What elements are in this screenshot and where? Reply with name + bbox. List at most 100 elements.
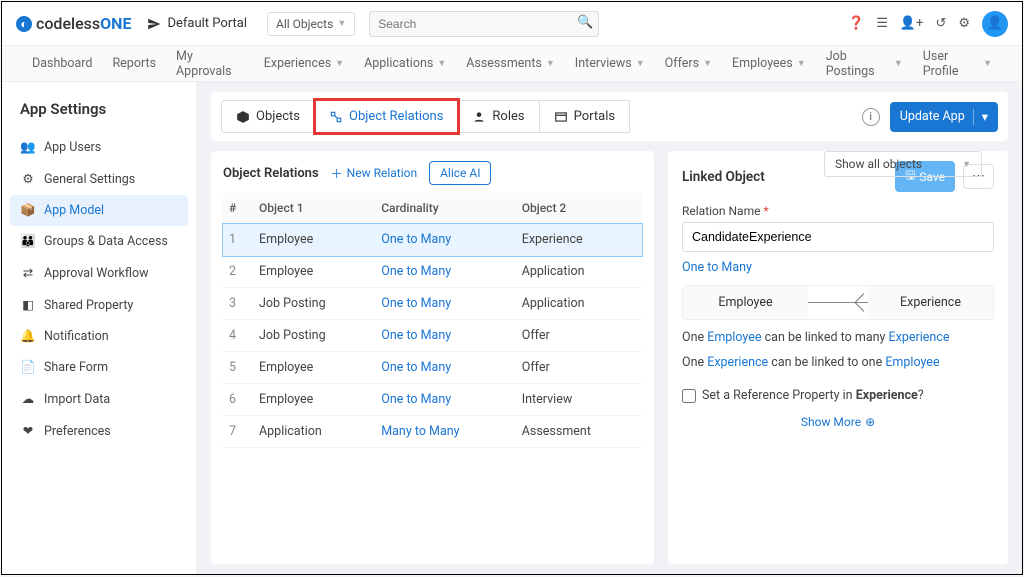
relations-table: #Object 1CardinalityObject 2 1EmployeeOn… — [223, 193, 642, 448]
relation-name-input[interactable] — [682, 222, 994, 252]
update-app-button[interactable]: Update App ▾ — [890, 102, 998, 132]
cardinality-link[interactable]: One to Many — [682, 260, 752, 275]
users-icon: 👥 — [20, 140, 36, 155]
tab-roles[interactable]: Roles — [458, 100, 539, 133]
form-icon: 📄 — [20, 360, 36, 375]
brand-suffix: ONE — [100, 14, 131, 33]
cardinality-link[interactable]: One to Many — [375, 256, 516, 288]
sidebar-item-shared-property[interactable]: ◧Shared Property — [10, 289, 188, 321]
top-icons: ❓ ☰ 👤+ ↺ ⚙ 👤 — [848, 11, 1008, 37]
cardinality-link[interactable]: One to Many — [375, 384, 516, 416]
caret-down-icon: ▼ — [636, 58, 645, 69]
reference-checkbox-row[interactable]: Set a Reference Property in Experience? — [682, 388, 994, 403]
cardinality-right: Experience — [868, 286, 993, 319]
sidebar-item-approval-workflow[interactable]: ⇄Approval Workflow — [10, 257, 188, 289]
nav-reports[interactable]: Reports — [112, 56, 156, 71]
sidebar-item-groups-data-access[interactable]: 👪Groups & Data Access — [10, 226, 188, 257]
sidebar-item-general-settings[interactable]: ⚙General Settings — [10, 163, 188, 195]
cardinality-link[interactable]: Many to Many — [375, 416, 516, 448]
help-icon[interactable]: ❓ — [848, 16, 864, 31]
search-icon[interactable]: 🔍 — [577, 15, 593, 30]
reference-checkbox[interactable] — [682, 389, 696, 403]
sidebar-title: App Settings — [10, 96, 188, 132]
table-row[interactable]: 2EmployeeOne to ManyApplication — [223, 256, 642, 288]
nav-applications[interactable]: Applications▼ — [364, 56, 446, 71]
info-icon[interactable]: i — [862, 108, 880, 126]
alice-ai-button[interactable]: Alice AI — [429, 161, 491, 185]
col--: # — [223, 193, 253, 224]
relations-icon — [329, 110, 343, 124]
new-relation-button[interactable]: ＋ New Relation — [331, 165, 417, 182]
tab-portals[interactable]: Portals — [540, 100, 630, 133]
relation-name-label: Relation Name * — [682, 204, 994, 218]
send-icon — [147, 17, 161, 31]
logo-mark: ◐ — [16, 16, 32, 32]
linked-title: Linked Object — [682, 169, 765, 185]
caret-down-icon: ▼ — [703, 58, 712, 69]
caret-down-icon: ▼ — [962, 159, 971, 170]
table-row[interactable]: 3Job PostingOne to ManyApplication — [223, 288, 642, 320]
main-nav: Dashboard Reports My Approvals Experiences▼… — [2, 46, 1022, 82]
all-objects-dropdown[interactable]: All Objects▼ — [267, 12, 355, 36]
table-row[interactable]: 7ApplicationMany to ManyAssessment — [223, 416, 642, 448]
cardinality-link[interactable]: One to Many — [375, 320, 516, 352]
nav-interviews[interactable]: Interviews▼ — [575, 56, 645, 71]
col-object-2: Object 2 — [516, 193, 642, 224]
col-cardinality: Cardinality — [375, 193, 516, 224]
import-icon: ☁ — [20, 391, 36, 407]
nav-user-profile[interactable]: User Profile▼ — [923, 49, 992, 79]
shared-icon: ◧ — [20, 297, 36, 313]
nav-offers[interactable]: Offers▼ — [665, 56, 712, 71]
cardinality-link[interactable]: One to Many — [375, 288, 516, 320]
tab-objects[interactable]: Objects — [221, 100, 315, 133]
nav-my-approvals[interactable]: My Approvals — [176, 49, 244, 79]
logo: ◐ codelessONE — [16, 14, 131, 33]
cardinality-link[interactable]: One to Many — [375, 224, 516, 256]
nav-dashboard[interactable]: Dashboard — [32, 56, 92, 71]
stack-icon[interactable]: ☰ — [876, 16, 888, 31]
show-all-objects-dropdown[interactable]: Show all objects ▼ — [824, 151, 982, 177]
table-row[interactable]: 4Job PostingOne to ManyOffer — [223, 320, 642, 352]
sidebar-item-notification[interactable]: 🔔Notification — [10, 321, 188, 352]
bell-icon: 🔔 — [20, 329, 36, 344]
table-row[interactable]: 6EmployeeOne to ManyInterview — [223, 384, 642, 416]
tab-bar: Objects Object Relations Roles Portals i — [211, 92, 1008, 141]
history-icon[interactable]: ↺ — [935, 16, 946, 31]
search-box: 🔍 — [369, 11, 599, 37]
connector-icon — [808, 302, 868, 303]
sidebar-item-app-model[interactable]: 📦App Model — [10, 195, 188, 226]
search-input[interactable] — [369, 11, 599, 37]
sidebar-item-import-data[interactable]: ☁Import Data — [10, 383, 188, 415]
sidebar-item-preferences[interactable]: ❤Preferences — [10, 415, 188, 447]
caret-down-icon: ▼ — [437, 58, 446, 69]
linked-object-panel: Linked Object 🖫 Save ⋯ Relation Name * O… — [668, 151, 1008, 564]
nav-employees[interactable]: Employees▼ — [732, 56, 806, 71]
nav-assessments[interactable]: Assessments▼ — [466, 56, 555, 71]
table-row[interactable]: 1EmployeeOne to ManyExperience — [223, 224, 642, 256]
cardinality-link[interactable]: One to Many — [375, 352, 516, 384]
portal-label: Default Portal — [167, 16, 247, 31]
caret-down-icon: ▾ — [973, 109, 988, 125]
cardinality-diagram: Employee Experience — [682, 285, 994, 320]
sidebar-item-app-users[interactable]: 👥App Users — [10, 132, 188, 163]
cube-icon: 📦 — [20, 203, 36, 218]
cube-icon — [236, 110, 250, 124]
nav-job-postings[interactable]: Job Postings▼ — [826, 49, 903, 79]
user-add-icon[interactable]: 👤+ — [900, 16, 924, 31]
flow-icon: ⇄ — [20, 265, 36, 281]
relations-panel: Object Relations ＋ New Relation Alice AI… — [211, 151, 654, 564]
brand-name: codeless — [36, 14, 100, 33]
caret-down-icon: ▼ — [894, 58, 903, 69]
settings-icon[interactable]: ⚙ — [958, 16, 970, 31]
portals-icon — [554, 110, 568, 124]
nav-experiences[interactable]: Experiences▼ — [264, 56, 344, 71]
table-row[interactable]: 5EmployeeOne to ManyOffer — [223, 352, 642, 384]
pref-icon: ❤ — [20, 423, 36, 439]
sidebar-item-share-form[interactable]: 📄Share Form — [10, 352, 188, 383]
avatar[interactable]: 👤 — [982, 11, 1008, 37]
portal-selector[interactable]: Default Portal — [147, 16, 247, 31]
col-object-1: Object 1 — [253, 193, 375, 224]
show-more-button[interactable]: Show More ⊕ — [682, 415, 994, 429]
tab-object-relations[interactable]: Object Relations — [315, 100, 458, 133]
relations-title: Object Relations — [223, 166, 319, 181]
